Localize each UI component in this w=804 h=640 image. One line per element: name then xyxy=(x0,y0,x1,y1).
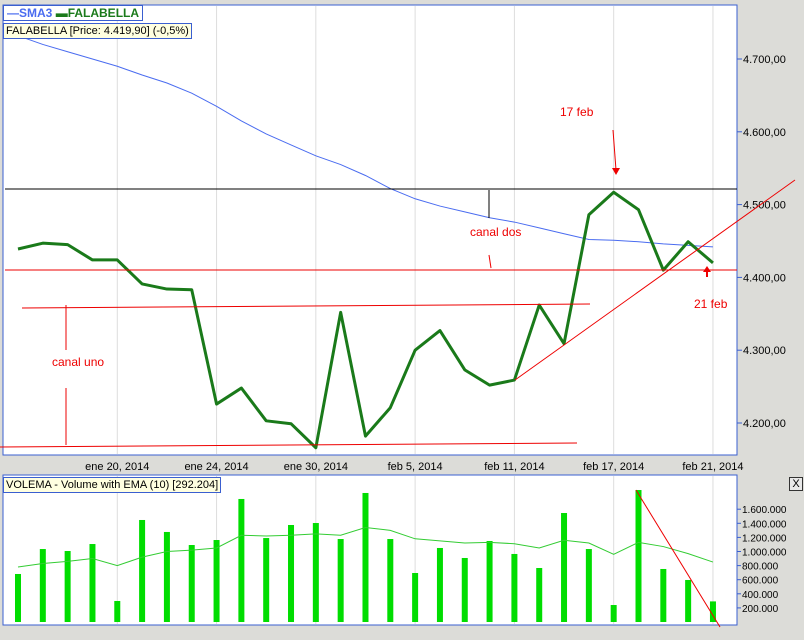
volume-bar xyxy=(89,544,96,622)
volume-panel xyxy=(2,474,738,626)
volume-bar xyxy=(263,538,270,622)
volume-bar xyxy=(486,540,493,622)
volume-bar xyxy=(635,490,642,622)
legend: —SMA3 ▬FALABELLA xyxy=(3,5,144,21)
close-panel-button[interactable]: X xyxy=(789,477,803,491)
volume-y-tick-label: 800.000 xyxy=(742,562,779,573)
volume-bar xyxy=(685,579,692,622)
x-tick-label: ene 30, 2014 xyxy=(284,461,348,473)
volume-y-tick-label: 1.000.000 xyxy=(742,548,787,559)
volume-y-tick-label: 200.000 xyxy=(742,604,779,615)
price-tooltip: FALABELLA [Price: 4.419,90] (-0,5%) xyxy=(3,23,192,39)
x-tick-label: ene 24, 2014 xyxy=(184,461,248,473)
volume-bar xyxy=(561,513,568,622)
volume-y-tick-label: 1.600.000 xyxy=(742,505,787,516)
legend-sma-swatch: — xyxy=(7,6,19,20)
label-21feb: 21 feb xyxy=(694,297,728,311)
volume-bar xyxy=(288,524,295,622)
volume-bar xyxy=(188,545,195,622)
volume-bar xyxy=(213,540,220,622)
volume-bar xyxy=(436,547,443,622)
volume-bar xyxy=(387,539,394,622)
volume-y-tick-label: 600.000 xyxy=(742,576,779,587)
x-tick-label: feb 5, 2014 xyxy=(388,461,443,473)
x-tick-label: feb 11, 2014 xyxy=(484,461,544,473)
volume-y-tick-label: 1.400.000 xyxy=(742,519,787,530)
volume-bar xyxy=(114,600,121,622)
x-tick-label: feb 21, 2014 xyxy=(682,461,743,473)
legend-price-swatch: ▬ xyxy=(55,6,68,20)
volume-bar xyxy=(163,531,170,622)
x-tick-label: feb 17, 2014 xyxy=(583,461,644,473)
price-panel xyxy=(2,4,738,456)
legend-sma3: SMA3 xyxy=(19,6,53,20)
volume-bar xyxy=(511,553,518,622)
volume-bar xyxy=(362,492,369,622)
volume-bar xyxy=(337,539,344,622)
volume-bar xyxy=(536,567,543,622)
volume-bar xyxy=(412,573,419,622)
volume-bar xyxy=(39,549,46,622)
y-tick-label: 4.700,00 xyxy=(743,54,786,66)
volume-bar xyxy=(585,549,592,622)
volume-bar xyxy=(139,519,146,622)
volume-bar xyxy=(312,523,319,622)
label-canal-dos: canal dos xyxy=(470,225,521,239)
label-canal-uno: canal uno xyxy=(52,355,104,369)
y-tick-label: 4.400,00 xyxy=(743,272,786,284)
volume-y-tick-label: 400.000 xyxy=(742,590,779,601)
volume-tooltip: VOLEMA - Volume with EMA (10) [292.204] xyxy=(3,477,222,493)
volume-bar xyxy=(660,568,667,622)
y-tick-label: 4.600,00 xyxy=(743,127,786,139)
y-tick-label: 4.200,00 xyxy=(743,418,786,430)
label-17feb: 17 feb xyxy=(560,105,594,119)
volume-y-tick-label: 1.200.000 xyxy=(742,533,787,544)
legend-falabella: FALABELLA xyxy=(67,6,140,20)
volume-bar xyxy=(610,605,617,622)
chart-canvas: ene 20, 2014 ene 24, 2014 ene 30, 2014 feb … xyxy=(0,4,796,628)
volume-bar xyxy=(15,573,21,622)
volume-bar xyxy=(461,557,468,622)
y-tick-label: 4.300,00 xyxy=(743,345,786,357)
x-tick-label: ene 20, 2014 xyxy=(85,461,149,473)
volume-bar xyxy=(238,498,245,622)
